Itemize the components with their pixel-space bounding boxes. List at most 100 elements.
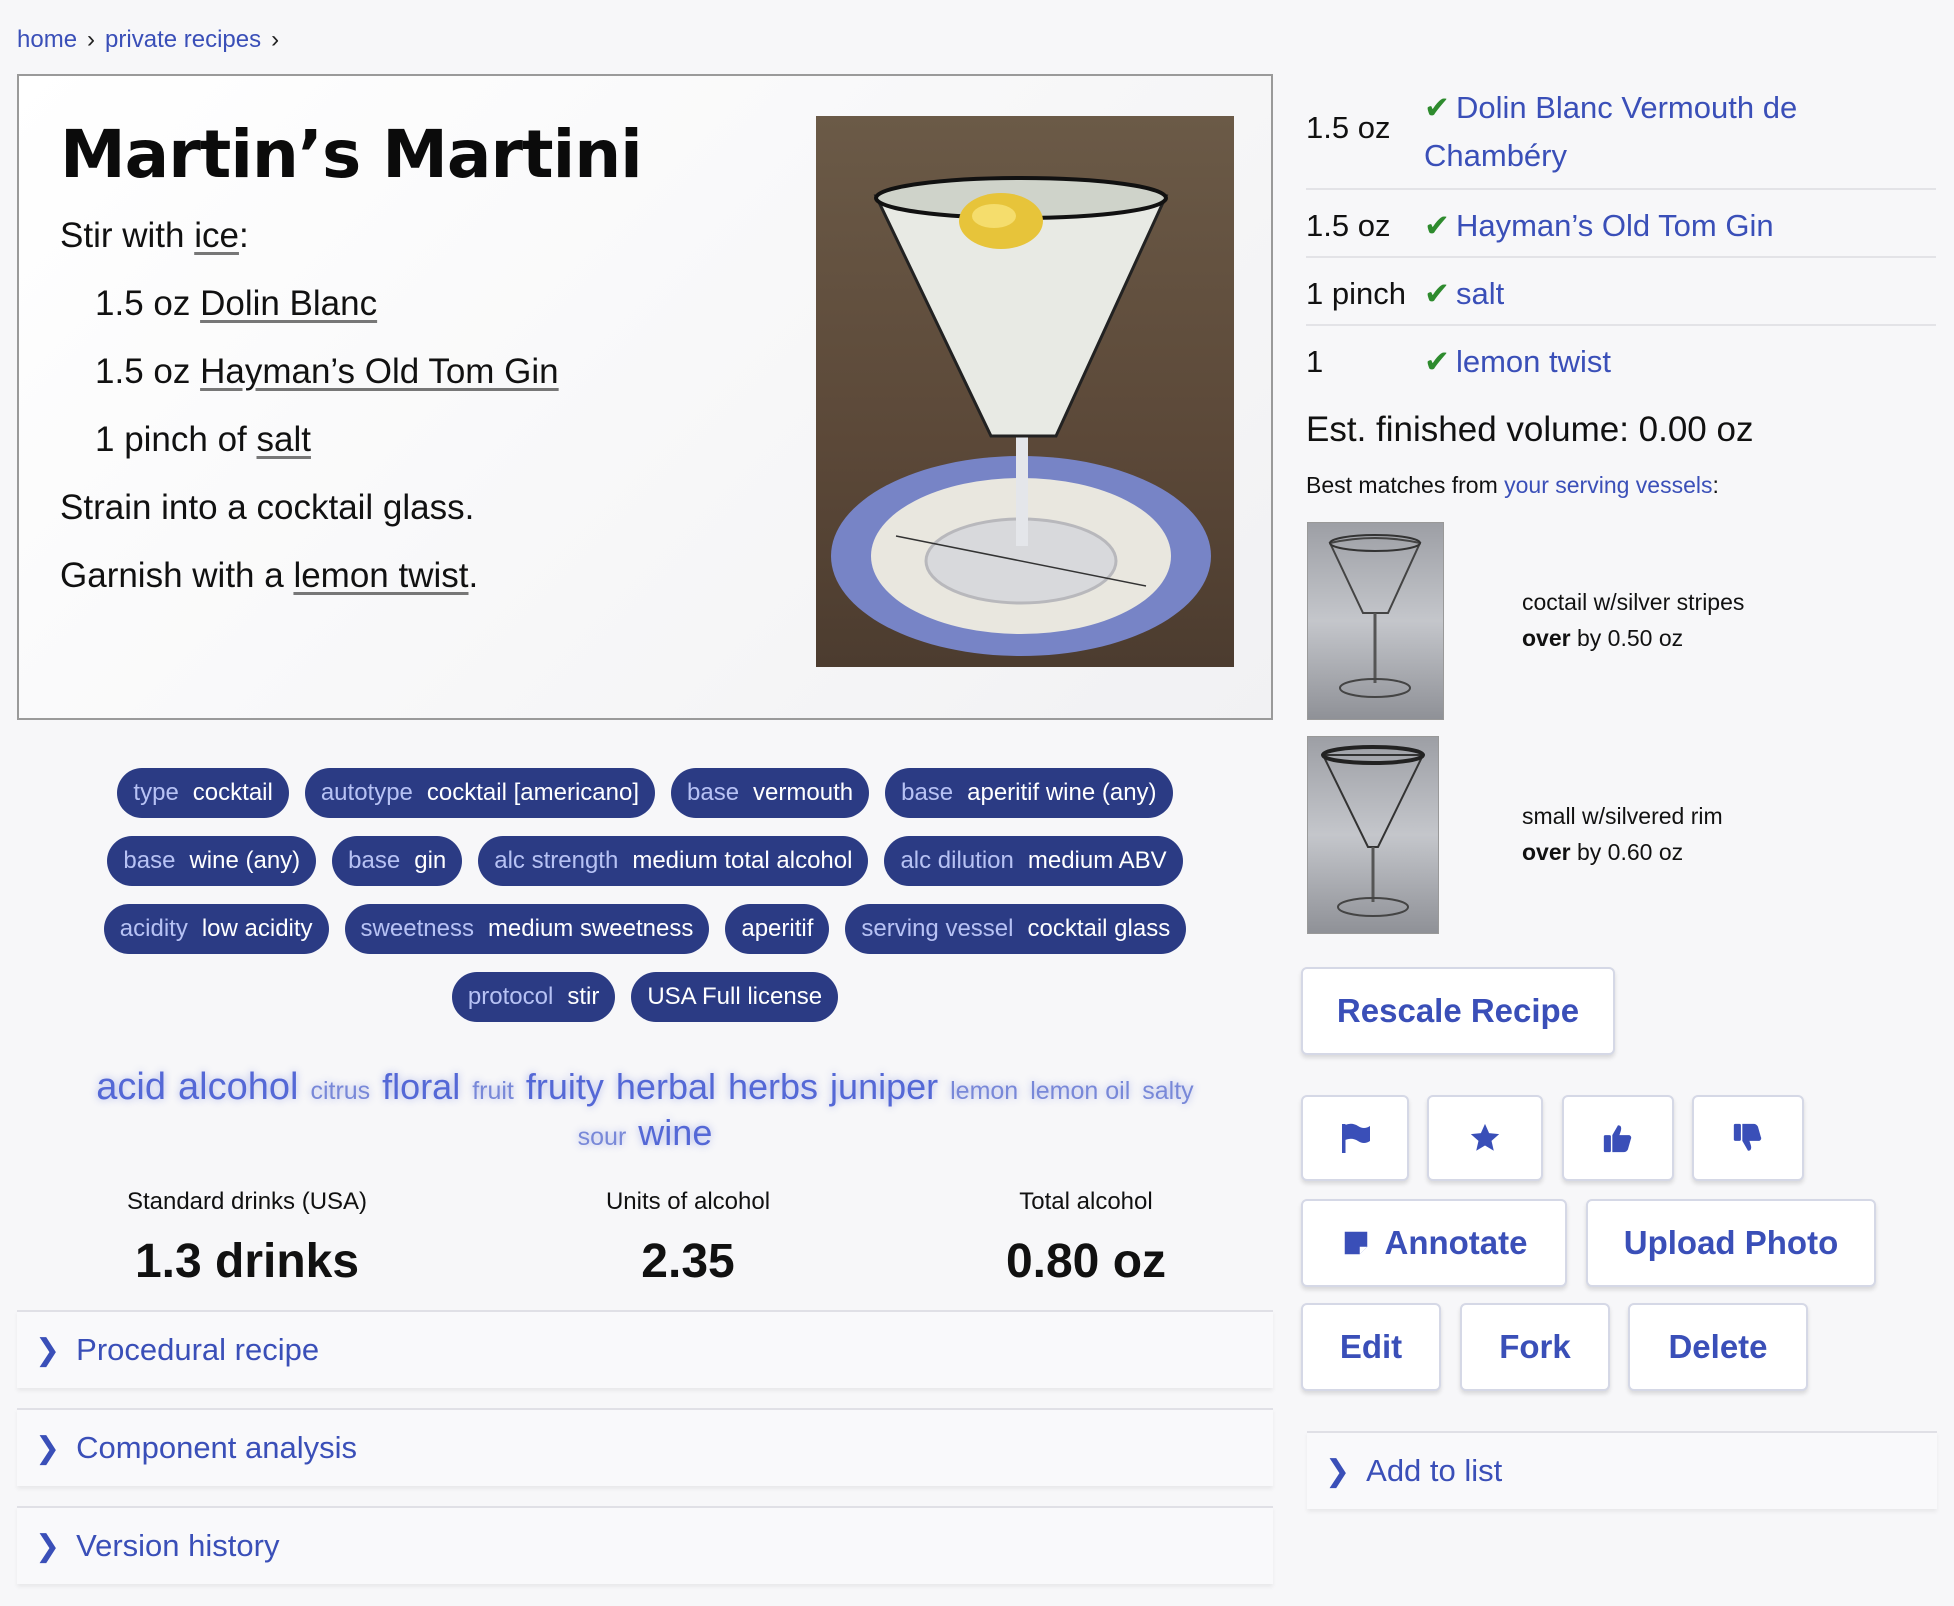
tag-alc-strength[interactable]: alc strength medium total alcohol (478, 836, 869, 886)
recipe-photo[interactable] (816, 116, 1234, 667)
tag-value: medium ABV (1027, 847, 1167, 874)
star-icon (1470, 1123, 1500, 1151)
flavor-word[interactable]: lemon oil (1030, 1077, 1130, 1105)
tag-usa-license[interactable]: USA Full license (631, 972, 839, 1022)
thumbs-up-icon (1603, 1125, 1632, 1153)
serving-vessels-link[interactable]: your serving vessels (1504, 472, 1712, 498)
tag-base-wine[interactable]: base wine (any) (107, 836, 317, 886)
tag-base-aperitif-wine[interactable]: base aperitif wine (any) (885, 768, 1173, 818)
upload-photo-button[interactable]: Upload Photo (1586, 1199, 1876, 1287)
accordion-version-history[interactable]: ❯ Version history (17, 1506, 1273, 1584)
flavor-word[interactable]: fruity (526, 1066, 604, 1107)
flavor-word[interactable]: herbal (616, 1066, 716, 1107)
tag-value: low acidity (201, 915, 313, 942)
recipe-step: 1.5 oz Dolin Blanc (95, 284, 377, 324)
ingredient-link[interactable]: salt (1456, 276, 1504, 311)
tag-serving-vessel[interactable]: serving vessel cocktail glass (845, 904, 1187, 954)
annotate-button[interactable]: Annotate (1301, 1199, 1567, 1287)
martini-photo-illustration (831, 176, 1211, 656)
tag-base-vermouth[interactable]: base vermouth (671, 768, 870, 818)
recipe-title: Martin’s Martini (60, 116, 643, 193)
chevron-right-icon: ❯ (35, 1431, 61, 1465)
step-text: Stir with (60, 216, 195, 255)
rescale-recipe-button[interactable]: Rescale Recipe (1301, 967, 1615, 1055)
flavor-word[interactable]: herbs (728, 1066, 818, 1107)
ingredient-link-dolin-blanc[interactable]: Dolin Blanc (200, 284, 377, 323)
thumbs-up-button[interactable] (1562, 1095, 1674, 1181)
vessel-fit: over by 0.60 oz (1522, 834, 1723, 870)
best-matches-label: Best matches from your serving vessels: (1306, 472, 1719, 499)
ingredient-row: 1.5 oz ✔ Dolin Blanc Vermouth de Chambéry (1306, 84, 1936, 190)
flavor-word[interactable]: floral (382, 1066, 460, 1107)
tag-acidity[interactable]: acidity low acidity (103, 904, 329, 954)
recipe-step: 1.5 oz Hayman’s Old Tom Gin (95, 352, 559, 392)
flavor-word[interactable]: acid (96, 1066, 166, 1108)
ingredient-row: 1 ✔ lemon twist (1306, 332, 1936, 392)
add-to-list-accordion[interactable]: ❯ Add to list (1307, 1431, 1937, 1509)
tag-aperitif[interactable]: aperitif (725, 904, 830, 954)
accordion-procedural-recipe[interactable]: ❯ Procedural recipe (17, 1310, 1273, 1388)
flavor-word[interactable]: lemon (950, 1077, 1018, 1105)
tag-type[interactable]: type cocktail (117, 768, 289, 818)
vessel-illustration (1321, 745, 1425, 917)
best-matches-text: : (1712, 472, 1719, 498)
ingredient-link-lemon-twist[interactable]: lemon twist (293, 556, 468, 595)
recipe-step: 1 pinch of salt (95, 420, 311, 460)
delete-button[interactable]: Delete (1628, 1303, 1808, 1391)
tag-key: acidity (119, 915, 188, 942)
flavor-word[interactable]: juniper (830, 1066, 938, 1107)
flavor-word[interactable]: fruit (472, 1077, 514, 1105)
ingredient-name-cell: ✔ salt (1424, 270, 1504, 318)
tag-value: medium total alcohol (632, 847, 853, 874)
stat-value: 1.3 drinks (134, 1235, 360, 1288)
chevron-right-icon: ❯ (35, 1333, 61, 1367)
flavor-word[interactable]: alcohol (178, 1066, 298, 1108)
step-text: 1.5 oz (95, 352, 201, 391)
ingredient-link-haymans-gin[interactable]: Hayman’s Old Tom Gin (200, 352, 559, 391)
thumbs-down-icon (1733, 1123, 1762, 1151)
tag-sweetness[interactable]: sweetness medium sweetness (344, 904, 710, 954)
tag-key: base (687, 779, 740, 806)
vessel-name: small w/silvered rim (1522, 803, 1723, 829)
vessel-photo[interactable] (1307, 522, 1444, 720)
recipe-card: Martin’s Martini Stir with ice: 1.5 oz D… (17, 74, 1273, 720)
favorite-button[interactable] (1427, 1095, 1543, 1181)
accordion-component-analysis[interactable]: ❯ Component analysis (17, 1408, 1273, 1486)
stat-label: Units of alcohol (605, 1188, 771, 1215)
tag-value: cocktail [americano] (426, 779, 639, 806)
tag-protocol[interactable]: protocol stir (451, 972, 616, 1022)
ingredient-link[interactable]: lemon twist (1456, 344, 1611, 379)
breadcrumb-home-link[interactable]: home (17, 26, 77, 54)
vessel-fit: over by 0.50 oz (1522, 620, 1744, 656)
stat-units-alcohol: Units of alcohol 2.35 (488, 1188, 888, 1289)
ingredient-link-salt[interactable]: salt (257, 420, 311, 459)
ingredient-link[interactable]: Dolin Blanc Vermouth de Chambéry (1424, 90, 1797, 173)
edit-button[interactable]: Edit (1301, 1303, 1441, 1391)
ingredient-row: 1.5 oz ✔ Hayman’s Old Tom Gin (1306, 196, 1936, 258)
tag-autotype[interactable]: autotype cocktail [americano] (304, 768, 655, 818)
thumbs-down-button[interactable] (1692, 1095, 1804, 1181)
stat-total-alcohol: Total alcohol 0.80 oz (886, 1188, 1286, 1289)
tag-value: stir (567, 983, 600, 1010)
ingredient-link-ice[interactable]: ice (194, 216, 239, 255)
tag-base-gin[interactable]: base gin (332, 836, 463, 886)
fork-button[interactable]: Fork (1460, 1303, 1610, 1391)
flavor-word[interactable]: salty (1142, 1077, 1193, 1105)
vessel-photo[interactable] (1307, 736, 1439, 934)
chevron-right-icon: › (87, 26, 96, 53)
flavor-word[interactable]: citrus (310, 1077, 370, 1105)
tag-alc-dilution[interactable]: alc dilution medium ABV (884, 836, 1183, 886)
vessel-match-info: coctail w/silver stripes over by 0.50 oz (1522, 584, 1744, 656)
flavor-word[interactable]: sour (578, 1123, 627, 1151)
tag-value: cocktail (192, 779, 273, 806)
stat-value: 2.35 (641, 1235, 735, 1288)
flavor-word[interactable]: wine (638, 1112, 712, 1153)
tag-key: alc dilution (900, 847, 1014, 874)
ingredient-link[interactable]: Hayman’s Old Tom Gin (1456, 208, 1774, 243)
flag-button[interactable] (1301, 1095, 1409, 1181)
flavor-word-cloud: acid alcohol citrus floral fruit fruity herbal… (17, 1068, 1273, 1160)
tag-key: protocol (467, 983, 554, 1010)
check-icon: ✔ (1424, 208, 1450, 243)
breadcrumb-private-recipes-link[interactable]: private recipes (105, 26, 261, 54)
best-matches-text: Best matches from (1306, 472, 1505, 498)
